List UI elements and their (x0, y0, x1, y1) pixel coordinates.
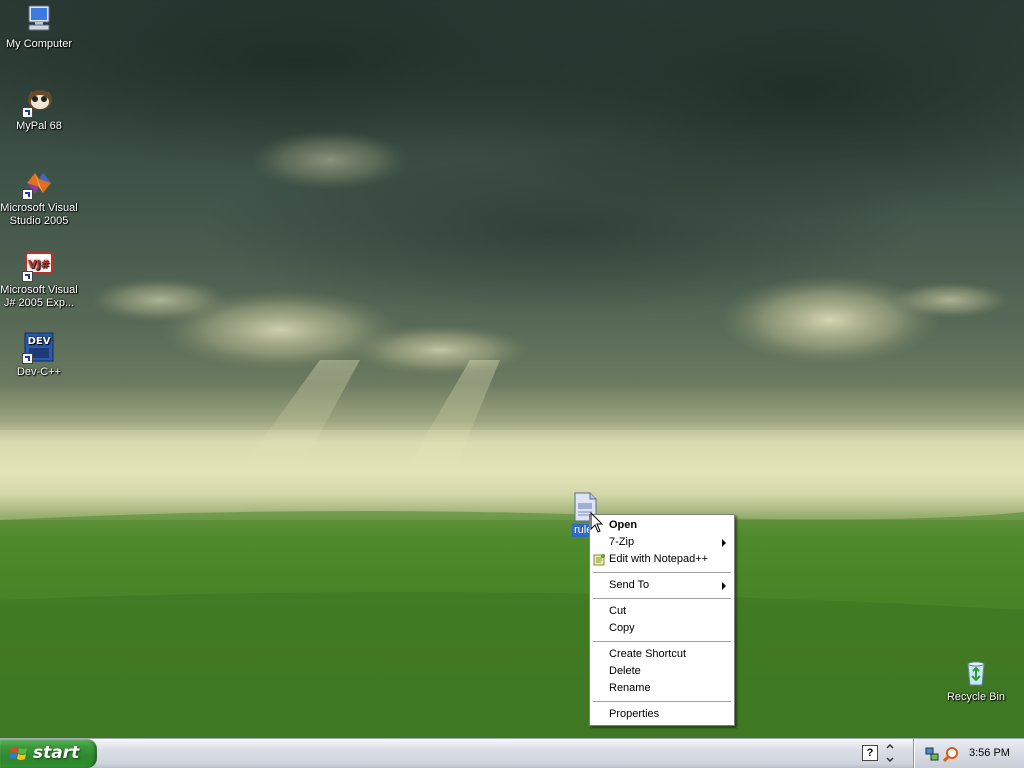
taskbar: start ? 3:56 PM (0, 738, 1024, 768)
visual-jsharp-icon: VJ# (22, 249, 55, 282)
context-menu: Open 7-Zip Edit with Notepad++ Send To C… (589, 514, 735, 726)
menu-item-edit-notepadpp[interactable]: Edit with Notepad++ (590, 551, 734, 568)
desktop-icon-label: My Computer (5, 38, 73, 50)
menu-item-label: Send To (609, 579, 650, 591)
desktop-icon-mypal[interactable]: MyPal 68 (0, 85, 78, 133)
shortcut-arrow-icon (22, 107, 33, 118)
menu-item-label: Delete (609, 665, 641, 677)
menu-item-label: Cut (609, 605, 627, 617)
desktop-icon-label: Studio 2005 (9, 215, 69, 227)
shortcut-arrow-icon (22, 189, 33, 200)
desktop-icon-label: Microsoft Visual (0, 284, 78, 296)
svg-text:VJ#: VJ# (28, 258, 50, 271)
desktop-icon-label: Microsoft Visual (0, 202, 78, 214)
menu-item-label: 7-Zip (609, 536, 635, 548)
notepad-plus-plus-icon (593, 554, 605, 566)
menu-item-send-to[interactable]: Send To (590, 577, 734, 594)
svg-text:DEV: DEV (28, 336, 51, 347)
desktop-icon-label: J# 2005 Exp... (3, 297, 75, 309)
shortcut-arrow-icon (22, 271, 33, 282)
menu-item-cut[interactable]: Cut (590, 603, 734, 620)
mouse-cursor-icon (590, 512, 604, 533)
desktop-icon-my-computer[interactable]: My Computer (0, 3, 78, 51)
windows-logo-icon (10, 747, 27, 760)
menu-item-7zip[interactable]: 7-Zip (590, 534, 734, 551)
desktop-icon-visual-studio[interactable]: Microsoft Visual Studio 2005 (0, 167, 78, 228)
menu-item-label: Open (609, 519, 638, 531)
menu-separator (593, 641, 731, 642)
desktop-icon-label: MyPal 68 (16, 120, 62, 132)
recycle-bin-icon (960, 656, 992, 688)
tray-expand-icon[interactable] (884, 744, 896, 762)
menu-item-label: Edit with Notepad++ (609, 553, 709, 565)
menu-item-label: Create Shortcut (609, 648, 687, 660)
menu-separator (593, 598, 731, 599)
clock[interactable]: 3:56 PM (969, 739, 1010, 768)
desktop-icon-label: Recycle Bin (946, 691, 1006, 703)
system-tray: 3:56 PM (913, 739, 1024, 768)
menu-item-open[interactable]: Open (590, 517, 734, 534)
menu-separator (593, 701, 731, 702)
submenu-arrow-icon (722, 539, 726, 547)
help-icon[interactable]: ? (862, 745, 878, 761)
desktop-icon-visual-jsharp[interactable]: VJ# Microsoft Visual J# 2005 Exp... (0, 249, 78, 310)
menu-item-rename[interactable]: Rename (590, 680, 734, 697)
menu-item-properties[interactable]: Properties (590, 706, 734, 723)
menu-item-copy[interactable]: Copy (590, 620, 734, 637)
desktop-wallpaper (0, 0, 1024, 738)
desktop-icon-recycle-bin[interactable]: Recycle Bin (937, 656, 1015, 704)
visual-studio-icon (22, 167, 55, 200)
search-icon[interactable] (943, 746, 959, 762)
start-label: start (33, 743, 80, 763)
menu-item-label: Rename (609, 682, 651, 694)
menu-item-label: Properties (609, 708, 660, 720)
start-button[interactable]: start (0, 739, 97, 768)
menu-item-label: Copy (609, 622, 635, 634)
menu-separator (593, 572, 731, 573)
submenu-arrow-icon (722, 582, 726, 590)
mypal-icon (22, 85, 55, 118)
shortcut-arrow-icon (22, 353, 33, 364)
my-computer-icon (23, 3, 55, 35)
menu-item-delete[interactable]: Delete (590, 663, 734, 680)
network-icon[interactable] (924, 746, 940, 762)
desktop-icon-dev-cpp[interactable]: DEV Dev-C++ (0, 331, 78, 379)
menu-item-create-shortcut[interactable]: Create Shortcut (590, 646, 734, 663)
desktop-icon-label: Dev-C++ (16, 366, 62, 378)
dev-cpp-icon: DEV (22, 331, 55, 364)
